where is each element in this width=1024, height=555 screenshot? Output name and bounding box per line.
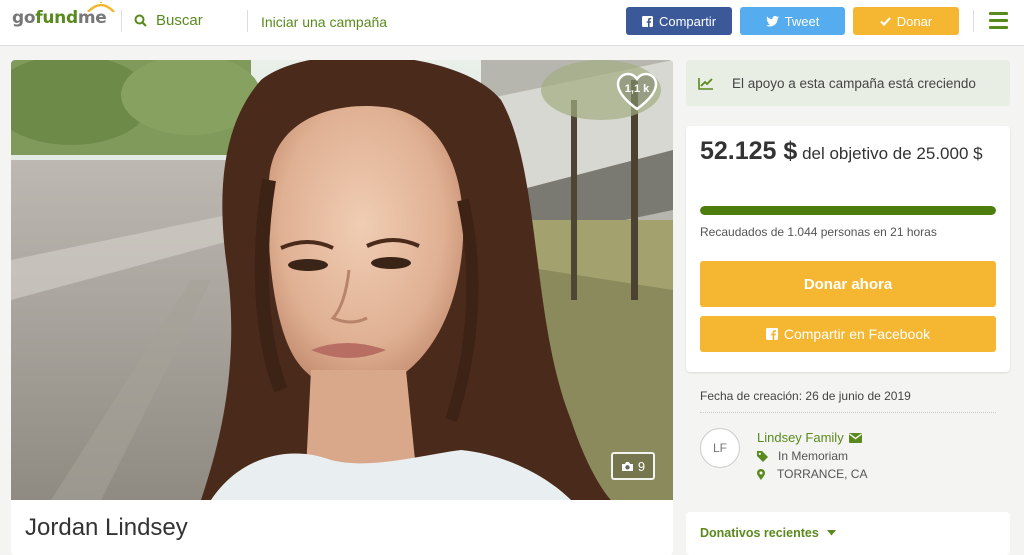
goal-text: del objetivo de 25.000 $ <box>802 144 983 163</box>
organizer-link[interactable]: Lindsey Family <box>757 430 862 445</box>
tweet-button[interactable]: Tweet <box>740 7 845 35</box>
progress-bar <box>700 206 996 215</box>
campaign-photo[interactable] <box>11 60 673 500</box>
facebook-share-button[interactable]: Compartir <box>626 7 732 35</box>
recent-donations-toggle[interactable]: Donativos recientes <box>700 526 836 540</box>
trending-banner: El apoyo a esta campaña está creciendo <box>686 60 1010 106</box>
facebook-icon <box>641 15 653 27</box>
search-label: Buscar <box>156 12 203 29</box>
organizer-location: TORRANCE, CA <box>757 467 867 481</box>
avatar[interactable]: LF <box>700 428 740 468</box>
info-divider <box>700 412 996 413</box>
campaign-info: Fecha de creación: 26 de junio de 2019 L… <box>686 376 1010 500</box>
trending-up-icon <box>698 77 713 90</box>
donate-now-button[interactable]: Donar ahora <box>700 261 996 307</box>
map-pin-icon <box>757 468 765 480</box>
top-nav-bar: gofundme Buscar Iniciar una campaña Comp… <box>0 0 1024 46</box>
trending-text: El apoyo a esta campaña está creciendo <box>732 75 976 91</box>
nav-divider <box>121 10 122 32</box>
likes-count: 1,1 k <box>624 83 650 95</box>
tweet-label: Tweet <box>784 13 820 29</box>
progress-bar-fill <box>700 206 996 215</box>
twitter-icon <box>765 15 779 27</box>
recent-donations-label: Donativos recientes <box>700 526 819 540</box>
category-label: In Memoriam <box>778 449 849 463</box>
raised-amount: 52.125 $ <box>700 137 798 165</box>
facebook-share-label: Compartir <box>658 13 717 29</box>
share-facebook-button[interactable]: Compartir en Facebook <box>700 316 996 352</box>
share-facebook-label: Compartir en Facebook <box>783 326 931 342</box>
campaign-card: 1,1 k 9 Jordan Lindsey <box>11 60 673 555</box>
header-donate-label: Donar <box>896 13 933 29</box>
donation-progress-card: 52.125 $ del objetivo de 25.000 $ Recaud… <box>686 126 1010 372</box>
recent-donations-panel: Donativos recientes <box>686 512 1010 555</box>
donors-summary: Recaudados de 1.044 personas en 21 horas <box>700 225 937 239</box>
gofundme-logo[interactable]: gofundme <box>12 2 115 28</box>
menu-icon[interactable] <box>989 12 1008 29</box>
campaign-title: Jordan Lindsey <box>25 514 188 541</box>
created-date: Fecha de creación: 26 de junio de 2019 <box>700 389 911 403</box>
search-button[interactable]: Buscar <box>134 12 203 29</box>
chevron-down-icon <box>826 530 836 536</box>
facebook-icon <box>765 328 778 340</box>
header-donate-button[interactable]: Donar <box>853 7 959 35</box>
nav-divider <box>973 10 974 32</box>
organizer-category[interactable]: In Memoriam <box>757 449 848 463</box>
photo-gallery-button[interactable]: 9 <box>611 452 655 480</box>
nav-divider <box>247 10 248 32</box>
check-icon <box>880 16 891 26</box>
organizer-name: Lindsey Family <box>757 430 844 445</box>
tag-icon <box>757 450 768 462</box>
camera-icon <box>621 461 633 471</box>
location-label: TORRANCE, CA <box>777 467 868 481</box>
search-icon <box>134 14 147 27</box>
envelope-icon[interactable] <box>848 432 862 443</box>
start-campaign-link[interactable]: Iniciar una campaña <box>261 14 387 30</box>
campaign-photo-image <box>11 60 673 500</box>
photo-count-label: 9 <box>637 458 646 474</box>
logo-sun-icon <box>87 2 115 12</box>
raised-summary: 52.125 $ del objetivo de 25.000 $ <box>700 136 996 169</box>
